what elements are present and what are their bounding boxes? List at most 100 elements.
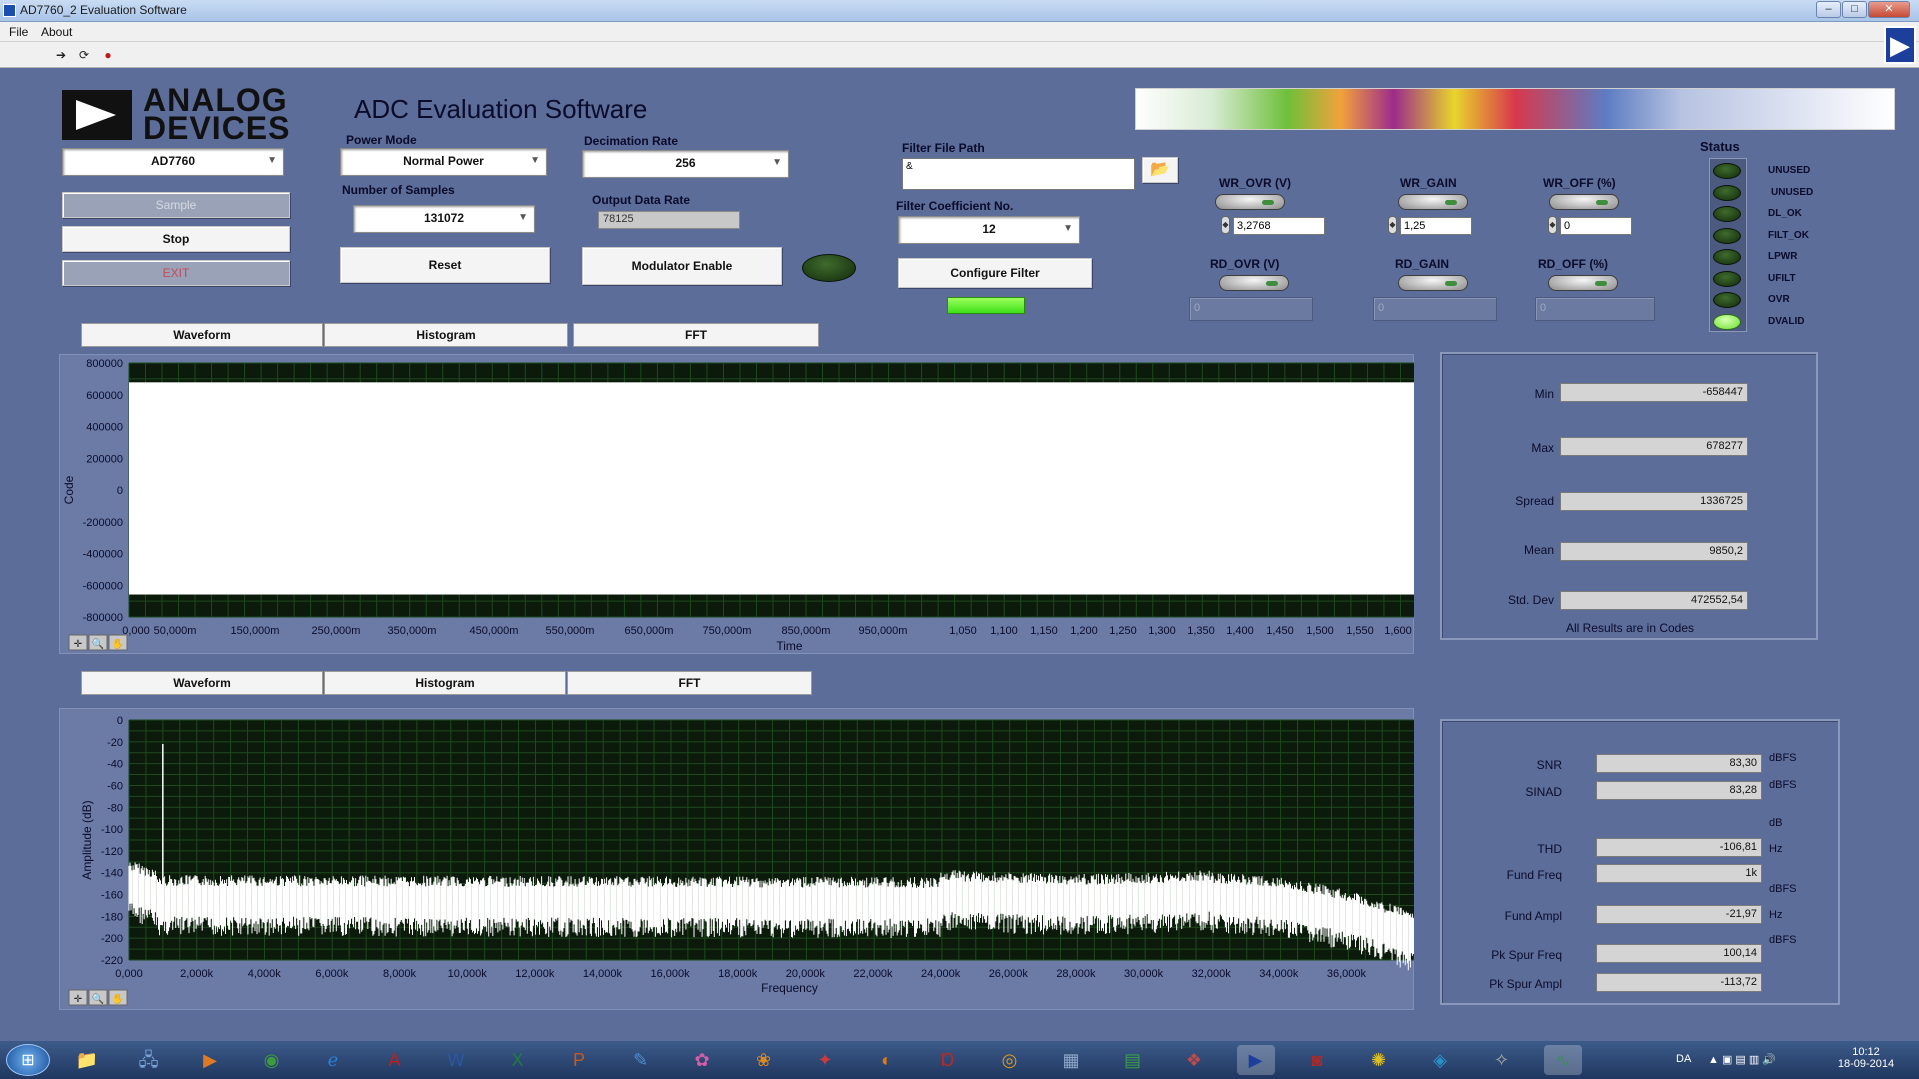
wr-gain-knob[interactable] — [1398, 194, 1468, 210]
taskbar-app-win-icon[interactable]: ❖ — [1175, 1045, 1213, 1075]
waveform-y-tick: -600000 — [83, 580, 123, 592]
menu-about[interactable]: About — [41, 25, 72, 39]
taskbar-app-green-icon[interactable]: ▤ — [1114, 1045, 1152, 1075]
tab-waveform-bottom[interactable]: Waveform — [81, 671, 323, 695]
tab-histogram-bottom[interactable]: Histogram — [324, 671, 566, 695]
fft-x-tick: 12,000k — [515, 968, 555, 980]
wr-off-input[interactable]: 0 — [1560, 217, 1632, 235]
app-icon — [3, 4, 16, 17]
reset-button[interactable]: Reset — [340, 247, 550, 283]
taskbar-excel-icon[interactable]: X — [499, 1045, 537, 1075]
output-rate-field: 78125 — [598, 211, 740, 229]
tab-waveform-top[interactable]: Waveform — [81, 323, 323, 347]
banner-image — [1135, 88, 1895, 130]
run-continuous-icon[interactable]: ⟳ — [76, 47, 92, 63]
taskbar-ie-icon[interactable]: ℯ — [314, 1045, 352, 1075]
fft-y-tick: -80 — [107, 802, 123, 814]
fund-ampl-label: Fund Ampl — [1504, 909, 1562, 923]
taskbar-media-icon[interactable]: ▶ — [191, 1045, 229, 1075]
graph-tool-glyph[interactable]: 🔍 — [92, 992, 104, 1005]
wr-ovr-knob[interactable] — [1215, 194, 1285, 210]
taskbar-chrome-icon[interactable]: ◉ — [253, 1045, 291, 1075]
decimation-select[interactable]: 256 ▼ — [582, 150, 789, 178]
modulator-enable-button[interactable]: Modulator Enable — [582, 247, 782, 285]
filter-coeff-select[interactable]: 12 ▼ — [898, 216, 1080, 244]
tab-fft-bottom[interactable]: FFT — [567, 671, 812, 695]
status-title: Status — [1700, 139, 1740, 154]
abort-icon[interactable]: ● — [100, 47, 116, 63]
taskbar-labview-a-icon[interactable]: ✎ — [622, 1045, 660, 1075]
browse-folder-icon[interactable]: 📂 — [1142, 157, 1178, 183]
close-icon[interactable]: ✕ — [1868, 1, 1910, 18]
graph-tool-glyph[interactable]: 🔍 — [92, 637, 104, 650]
tray-icons[interactable]: ▲ ▣ ▤ ▥ 🔊 — [1708, 1053, 1776, 1066]
wr-off-label: WR_OFF (%) — [1543, 176, 1616, 190]
power-mode-select[interactable]: Normal Power ▼ — [340, 148, 547, 176]
taskbar-calculator-icon[interactable]: ▦ — [1052, 1045, 1090, 1075]
graph-tool-glyph[interactable]: ✋ — [112, 637, 124, 650]
waveform-y-label: Code — [62, 475, 76, 504]
clock[interactable]: 10:12 18-09-2014 — [1836, 1046, 1896, 1070]
waveform-x-tick: 1,100 — [990, 625, 1018, 637]
waveform-y-tick: -200000 — [83, 517, 123, 529]
taskbar-app-orange-icon[interactable]: ❀ — [745, 1045, 783, 1075]
graph-tool-glyph[interactable]: ✛ — [74, 639, 82, 650]
taskbar-powerpoint-icon[interactable]: P — [560, 1045, 598, 1075]
wr-ovr-spin-icon[interactable]: ◆ — [1221, 216, 1230, 234]
graph-tool-glyph[interactable]: ✛ — [74, 994, 82, 1005]
taskbar-explorer-icon[interactable]: 📁 — [68, 1045, 106, 1075]
stop-button[interactable]: Stop — [62, 226, 290, 252]
taskbar-camera-icon[interactable]: ◙ — [1298, 1045, 1336, 1075]
waveform-x-tick: 1,050 — [949, 625, 977, 637]
wr-off-knob[interactable] — [1549, 194, 1619, 210]
start-button[interactable]: ⊞ — [6, 1044, 50, 1076]
filter-path-input[interactable]: & — [902, 158, 1135, 190]
rd-ovr-knob — [1219, 275, 1289, 291]
taskbar-paint-icon[interactable]: ✿ — [683, 1045, 721, 1075]
waveform-x-tick: 50,000m — [154, 625, 197, 637]
waveform-x-tick: 1,500 — [1306, 625, 1334, 637]
num-samples-select[interactable]: 131072 ▼ — [353, 205, 535, 233]
waveform-x-tick: 650,000m — [625, 625, 674, 637]
sample-button[interactable]: Sample — [62, 192, 290, 218]
exit-button[interactable]: EXIT — [62, 260, 290, 286]
tab-fft-top[interactable]: FFT — [573, 323, 819, 347]
run-arrow-icon[interactable]: ➔ — [53, 47, 69, 63]
taskbar-adi-app-icon[interactable]: ▶ — [1236, 1045, 1275, 1075]
taskbar-blender-icon[interactable]: ◐ — [868, 1045, 906, 1075]
configure-filter-button[interactable]: Configure Filter — [898, 258, 1092, 288]
tab-histogram-top[interactable]: Histogram — [324, 323, 568, 347]
taskbar-scope-icon[interactable]: ∿ — [1544, 1045, 1582, 1075]
fft-x-tick: 32,000k — [1192, 968, 1232, 980]
taskbar-acrobat-icon[interactable]: A — [376, 1045, 414, 1075]
taskbar-app-diamond-icon[interactable]: ◈ — [1421, 1045, 1459, 1075]
wr-gain-input[interactable]: 1,25 — [1400, 217, 1472, 235]
waveform-y-tick: 800000 — [86, 358, 123, 370]
taskbar-bulb-icon[interactable]: ✺ — [1360, 1045, 1398, 1075]
toolbar: ➔ ⟳ ● — [0, 42, 1919, 68]
taskbar-word-icon[interactable]: W — [437, 1045, 475, 1075]
std-dev-value: 472552,54 — [1560, 591, 1748, 610]
menu-file[interactable]: File — [9, 25, 28, 39]
language-indicator[interactable]: DA — [1676, 1053, 1691, 1065]
taskbar-app-wolf-icon[interactable]: ✧ — [1483, 1045, 1521, 1075]
graph-tool-glyph[interactable]: ✋ — [112, 992, 124, 1005]
maximize-icon[interactable]: □ — [1842, 1, 1867, 18]
status-led-ovr — [1713, 292, 1741, 308]
taskbar-app-circle-icon[interactable]: ◎ — [991, 1045, 1029, 1075]
waveform-y-tick: 200000 — [86, 453, 123, 465]
minimize-icon[interactable]: – — [1816, 1, 1841, 18]
wr-ovr-input[interactable]: 3,2768 — [1233, 217, 1325, 235]
fft-x-tick: 36,000k — [1327, 968, 1367, 980]
status-label: UFILT — [1768, 272, 1796, 284]
wr-off-spin-icon[interactable]: ◆ — [1548, 216, 1557, 234]
waveform-x-tick: 850,000m — [782, 625, 831, 637]
sinad-value: 83,28 — [1596, 781, 1762, 800]
waveform-x-tick: 1,250 — [1109, 625, 1137, 637]
rd-gain-field: 0 — [1373, 297, 1497, 321]
taskbar-altium-icon[interactable]: Ɒ — [929, 1045, 967, 1075]
wr-gain-spin-icon[interactable]: ◆ — [1388, 216, 1397, 234]
taskbar-app-red-icon[interactable]: ✦ — [806, 1045, 844, 1075]
device-select[interactable]: AD7760 ▼ — [62, 148, 284, 176]
taskbar-network-icon[interactable]: 🖧 — [130, 1045, 168, 1075]
